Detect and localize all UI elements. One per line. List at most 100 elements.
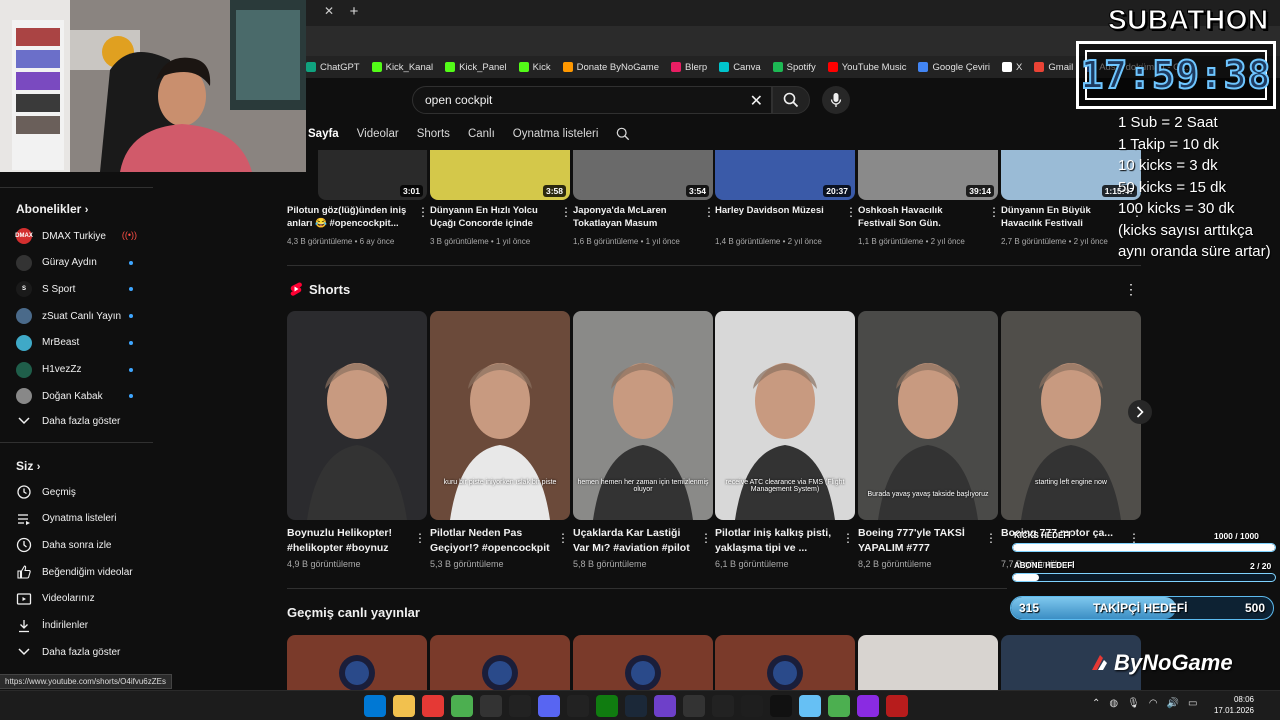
tab-playlists[interactable]: Oynatma listeleri — [513, 128, 599, 140]
epic-games-icon[interactable] — [567, 695, 589, 717]
video-title[interactable]: Harley Davidson Müzesi — [715, 204, 835, 217]
system-clock[interactable]: 08:06 17.01.2026 — [1210, 694, 1254, 716]
voice-search-button[interactable] — [822, 86, 850, 114]
video-thumbnail[interactable]: 3:58 — [430, 150, 570, 200]
file-explorer-icon[interactable] — [393, 695, 415, 717]
chevron-up-icon[interactable]: ⌃ — [1092, 698, 1100, 709]
sidebar-item[interactable]: Beğendiğim videolar — [16, 562, 141, 582]
video-thumbnail[interactable]: 3:01 — [318, 150, 427, 200]
past-live-thumbnail[interactable] — [430, 635, 570, 690]
media-player-icon[interactable] — [422, 695, 444, 717]
short-more-icon[interactable]: ⋮ — [700, 531, 712, 545]
unreal-engine-icon[interactable] — [712, 695, 734, 717]
subscription-channel[interactable]: Doğan Kabak — [16, 386, 141, 406]
app-icon[interactable] — [857, 695, 879, 717]
short-thumbnail[interactable]: starting left engine now — [1001, 311, 1141, 520]
bookmark-item[interactable]: Kick — [518, 62, 551, 73]
video-more-icon[interactable]: ⋮ — [703, 205, 715, 219]
subscription-channel[interactable]: S S Sport — [16, 279, 141, 299]
wifi-icon[interactable]: ◠ — [1149, 698, 1158, 709]
short-title[interactable]: Boynuzlu Helikopter! #helikopter #boynuz — [287, 526, 409, 556]
subscription-channel[interactable]: DMAX DMAX Turkiye ((•)) — [15, 226, 141, 246]
tab-shorts[interactable]: Shorts — [417, 128, 450, 140]
short-more-icon[interactable]: ⋮ — [985, 531, 997, 545]
app-icon[interactable] — [683, 695, 705, 717]
close-tab-icon[interactable]: ✕ — [324, 4, 334, 18]
sidebar-item[interactable]: Geçmiş — [16, 482, 141, 502]
bookmark-item[interactable]: Google Çeviri — [918, 62, 990, 73]
tab-home[interactable]: Sayfa — [308, 128, 339, 140]
xbox-icon[interactable] — [596, 695, 618, 717]
short-more-icon[interactable]: ⋮ — [414, 531, 426, 545]
tab-videos[interactable]: Videolar — [357, 128, 399, 140]
bookmark-item[interactable]: Blerp — [671, 62, 707, 73]
new-tab-icon[interactable]: + — [346, 4, 362, 20]
short-thumbnail[interactable]: Burada yavaş yavaş takside başlıyoruz — [858, 311, 998, 520]
you-heading[interactable]: Siz › — [16, 459, 40, 473]
bookmark-item[interactable]: Kick_Panel — [445, 62, 507, 73]
bookmark-item[interactable]: YouTube Music — [827, 62, 906, 73]
video-thumbnail[interactable]: 39:14 — [858, 150, 998, 200]
bookmark-item[interactable]: Gmail — [1034, 62, 1073, 73]
past-live-thumbnail[interactable] — [287, 635, 427, 690]
past-live-thumbnail[interactable] — [573, 635, 713, 690]
tab-live[interactable]: Canlı — [468, 128, 495, 140]
video-more-icon[interactable]: ⋮ — [417, 205, 429, 219]
chrome-icon[interactable] — [451, 695, 473, 717]
past-live-thumbnail[interactable] — [715, 635, 855, 690]
video-thumbnail[interactable]: 3:54 — [573, 150, 713, 200]
channel-search-icon[interactable] — [616, 127, 630, 141]
bookmark-item[interactable]: ChatGPT — [306, 62, 360, 73]
video-title[interactable]: Oshkosh Havacılık Festivali Son Gün. — [858, 204, 978, 230]
shorts-next-button[interactable] — [1128, 400, 1152, 424]
sidebar-item[interactable]: Oynatma listeleri — [16, 509, 141, 529]
video-more-icon[interactable]: ⋮ — [845, 205, 857, 219]
shorts-more-icon[interactable]: ⋮ — [1124, 281, 1138, 298]
bookmark-item[interactable]: Spotify — [772, 62, 816, 73]
subscription-channel[interactable]: Güray Aydın — [16, 253, 141, 273]
bookmark-item[interactable]: Kick_Kanal — [371, 62, 433, 73]
short-title[interactable]: Pilotlar iniş kalkış pisti, yaklaşma tip… — [715, 526, 837, 556]
microphone-tray-icon[interactable]: 🎙 — [1127, 698, 1140, 709]
subscription-channel[interactable]: H1vezZz — [16, 360, 141, 380]
voicemeeter-icon[interactable] — [886, 695, 908, 717]
start-menu-icon[interactable] — [364, 695, 386, 717]
discord-icon[interactable] — [538, 695, 560, 717]
clear-search-icon[interactable]: ✕ — [750, 91, 763, 111]
video-more-icon[interactable]: ⋮ — [988, 205, 1000, 219]
short-thumbnail[interactable]: kuru bir piste iniyorken ıslak bir piste — [430, 311, 570, 520]
video-thumbnail[interactable]: 20:37 — [715, 150, 855, 200]
sidebar-item[interactable]: İndirilenler — [16, 616, 141, 636]
past-live-thumbnail[interactable] — [858, 635, 998, 690]
video-title[interactable]: Dünyanın En Büyük Havacılık Festivali — [1001, 204, 1121, 230]
app-icon[interactable] — [770, 695, 792, 717]
subscriptions-show-more[interactable]: Daha fazla göster — [16, 411, 141, 431]
sidebar-item[interactable]: Daha sonra izle — [16, 535, 141, 555]
video-title[interactable]: Japonya'da McLaren Tokatlayan Masum Scoo… — [573, 204, 693, 230]
search-button[interactable] — [772, 86, 810, 114]
subscription-channel[interactable]: zSuat Canlı Yayın — [16, 306, 141, 326]
short-title[interactable]: Uçaklarda Kar Lastiği Var Mı? #aviation … — [573, 526, 695, 556]
short-more-icon[interactable]: ⋮ — [557, 531, 569, 545]
video-more-icon[interactable]: ⋮ — [560, 205, 572, 219]
short-title[interactable]: Pilotlar Neden Pas Geçiyor!? #opencockpi… — [430, 526, 552, 556]
battery-icon[interactable]: ▭ — [1188, 698, 1197, 709]
github-icon[interactable] — [654, 695, 676, 717]
volume-icon[interactable]: 🔊 — [1167, 698, 1179, 709]
app-icon[interactable] — [799, 695, 821, 717]
short-title[interactable]: Boeing 777'yle TAKSİ YAPALIM #777 — [858, 526, 980, 556]
short-thumbnail[interactable] — [287, 311, 427, 520]
short-thumbnail[interactable]: receive ATC clearance via FMS (Flight Ma… — [715, 311, 855, 520]
sidebar-item[interactable]: Videolarınız — [16, 589, 141, 609]
short-more-icon[interactable]: ⋮ — [842, 531, 854, 545]
subscription-channel[interactable]: MrBeast — [16, 333, 141, 353]
bookmark-item[interactable]: Canva — [719, 62, 761, 73]
short-thumbnail[interactable]: hemen hemen her zaman için temizlenmiş o… — [573, 311, 713, 520]
network-icon[interactable]: ◍ — [1109, 698, 1118, 709]
app-icon[interactable] — [480, 695, 502, 717]
subscriptions-heading[interactable]: Abonelikler › — [16, 202, 88, 216]
bookmark-item[interactable]: Donate ByNoGame — [562, 62, 659, 73]
search-input[interactable]: open cockpit ✕ — [412, 86, 772, 114]
app-icon[interactable] — [509, 695, 531, 717]
video-title[interactable]: Dünyanın En Hızlı Yolcu Uçağı Concorde i… — [430, 204, 550, 230]
